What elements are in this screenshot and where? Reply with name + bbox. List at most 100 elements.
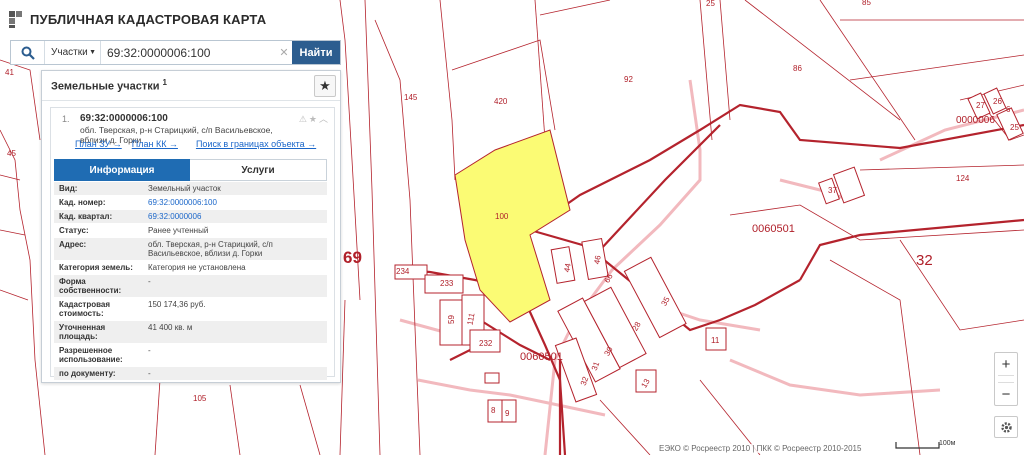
- star-icon: ★: [319, 77, 331, 93]
- find-button[interactable]: Найти: [292, 41, 340, 64]
- search-icon: [21, 46, 35, 60]
- attr-row: Адрес: обл. Тверская, р-н Старицкий, с/п …: [54, 238, 327, 261]
- search-input[interactable]: [101, 41, 276, 64]
- attr-row: по документу: -: [54, 367, 327, 381]
- attr-row: Кад. номер: 69:32:0000006:100: [54, 196, 327, 210]
- search-type-label: Участки: [51, 47, 88, 58]
- search-toggle-button[interactable]: [11, 41, 45, 64]
- attr-key: Кад. квартал:: [59, 212, 113, 221]
- attr-key: Категория земель:: [59, 263, 133, 272]
- item-number: 1.: [62, 114, 70, 124]
- attr-value: -: [148, 277, 151, 286]
- attr-key: Форма собственности:: [59, 277, 122, 295]
- parcel-label: 25: [706, 0, 715, 8]
- attr-key: Уточненная площадь:: [59, 323, 106, 341]
- parcel-label: 105: [193, 394, 207, 403]
- parcel-label: 25: [1010, 123, 1019, 132]
- map-settings-button[interactable]: [994, 416, 1018, 438]
- parcel-label: 9: [505, 409, 510, 418]
- parcel-label: 37: [828, 186, 837, 195]
- attr-row: Вид: Земельный участок: [54, 182, 327, 196]
- parcel-label: 85: [862, 0, 871, 7]
- parcel-label: 6: [1006, 105, 1011, 114]
- tab-info[interactable]: Информация: [54, 159, 190, 181]
- tab-services[interactable]: Услуги: [190, 159, 327, 181]
- building: [484, 372, 500, 384]
- chevron-down-icon: ▼: [89, 49, 96, 56]
- attr-row: Уточненная площадь: 41 400 кв. м: [54, 321, 327, 344]
- card-tabs: Информация Услуги: [54, 159, 327, 181]
- app-title: ПУБЛИЧНАЯ КАДАСТРОВАЯ КАРТА: [30, 11, 267, 27]
- warning-icon[interactable]: ⚠: [299, 114, 309, 124]
- district-label: 32: [916, 252, 933, 269]
- zoom-out-button[interactable]: −: [995, 383, 1017, 405]
- attr-row: Форма собственности: -: [54, 275, 327, 298]
- attr-key: Адрес:: [59, 240, 87, 249]
- district-label: 69: [343, 248, 362, 267]
- quarter-label: 0060501: [752, 223, 795, 235]
- quarter-label: 0060501: [520, 351, 563, 363]
- attr-row: Кадастровая стоимость: 150 174,36 руб.: [54, 298, 327, 321]
- attr-value: Земельный участок: [148, 184, 221, 193]
- attr-value-link[interactable]: 69:32:0000006:100: [145, 196, 327, 209]
- panel-title-text: Земельные участки: [51, 80, 160, 93]
- parcel-label: 8: [491, 406, 496, 415]
- attr-key: Статус:: [59, 226, 89, 235]
- attributes-table: Вид: Земельный участок Кад. номер: 69:32:0…: [54, 182, 327, 381]
- plan-zu-link[interactable]: План ЗУ →: [75, 139, 122, 149]
- parcel-label: 0000006: [956, 115, 995, 126]
- attr-value: -: [148, 346, 151, 355]
- clear-icon[interactable]: ✕: [276, 41, 292, 64]
- parcel-label: 92: [624, 75, 633, 84]
- results-panel: Земельные участки 1 ★ 1. 69:32:0000006:1…: [41, 70, 341, 383]
- panel-title: Земельные участки 1: [51, 78, 167, 93]
- attr-row: Категория земель: Категория не установлен…: [54, 261, 327, 275]
- attr-key: Вид:: [59, 184, 78, 193]
- attr-row: Кад. квартал: 69:32:0000006: [54, 210, 327, 224]
- chevron-up-icon[interactable]: ︿: [319, 114, 330, 124]
- parcel-label: 233: [440, 279, 454, 288]
- attr-row: Разрешенное использование: -: [54, 344, 327, 367]
- parcel-label: 86: [793, 64, 802, 73]
- attr-value: Ранее учтенный: [148, 226, 209, 235]
- attr-key: по документу:: [59, 369, 116, 378]
- map-attribution: ЕЭКО © Росреестр 2010 | ПКК © Росреестр …: [659, 444, 862, 453]
- search-bar: Участки ▼ ✕ Найти: [10, 40, 341, 65]
- panel-header: Земельные участки 1 ★: [42, 71, 340, 101]
- parcel-label: 59: [447, 315, 456, 324]
- attr-key: Кадастровая стоимость:: [59, 300, 111, 318]
- parcel-label: 234: [396, 267, 410, 276]
- parcel-links: План ЗУ → План КК → Поиск в границах объ…: [75, 139, 316, 149]
- attr-key: Кад. номер:: [59, 198, 106, 207]
- parcel-label: 11: [711, 336, 720, 345]
- parcel-label: 27: [976, 101, 985, 110]
- parcel-label: 145: [404, 93, 418, 102]
- attr-value: 41 400 кв. м: [148, 323, 193, 332]
- attr-value: Категория не установлена: [148, 263, 246, 272]
- attr-value: -: [148, 369, 151, 378]
- parcel-label: 124: [956, 174, 970, 183]
- rosreestr-logo: [9, 11, 22, 28]
- zoom-in-button[interactable]: +: [995, 353, 1017, 375]
- attr-value: 150 174,36 руб.: [148, 300, 206, 309]
- attr-value: обл. Тверская, р-н Старицкий, с/п Василь…: [148, 240, 273, 258]
- results-count: 1: [162, 78, 167, 88]
- favorite-button[interactable]: ★: [314, 74, 336, 97]
- attr-value-link[interactable]: 69:32:0000006: [145, 210, 327, 223]
- parcel-label: 26: [993, 97, 1002, 106]
- gear-icon: [1000, 421, 1012, 433]
- parcel-label: 420: [494, 97, 508, 106]
- zoom-control: + −: [994, 352, 1018, 406]
- parcel-cad-number[interactable]: 69:32:0000006:100: [80, 113, 168, 124]
- star-outline-icon[interactable]: ★: [309, 114, 319, 124]
- search-type-select[interactable]: Участки ▼: [45, 41, 101, 64]
- parcel-label: 232: [479, 339, 493, 348]
- scale-label: 100м: [939, 440, 956, 447]
- attr-key: Разрешенное использование:: [59, 346, 123, 364]
- search-in-bounds-link[interactable]: Поиск в границах объекта →: [196, 139, 316, 149]
- parcel-label: 41: [5, 68, 14, 77]
- app-header: ПУБЛИЧНАЯ КАДАСТРОВАЯ КАРТА: [8, 8, 266, 30]
- parcel-label: 45: [7, 149, 16, 158]
- plan-kk-link[interactable]: План КК →: [132, 139, 178, 149]
- attr-row: Статус: Ранее учтенный: [54, 224, 327, 238]
